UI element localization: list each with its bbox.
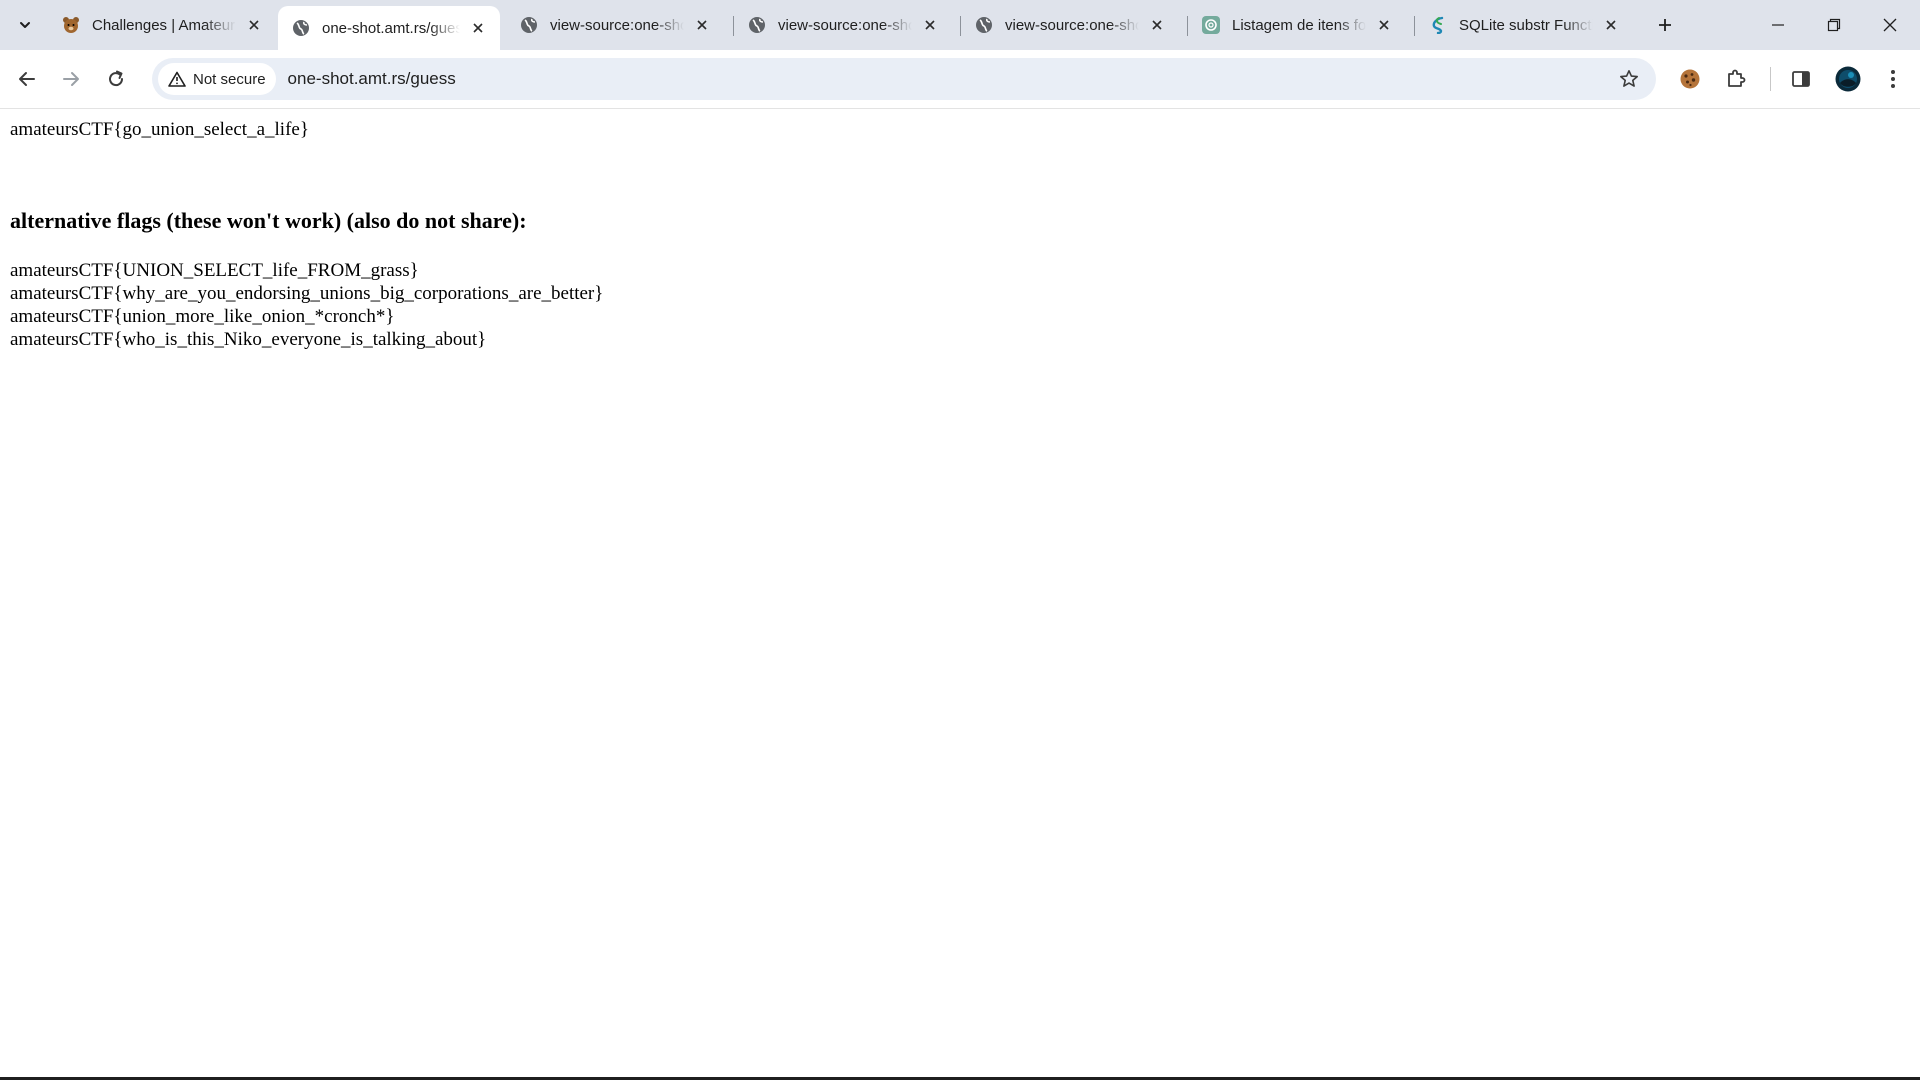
arrow-left-icon bbox=[19, 72, 35, 86]
globe-icon bbox=[975, 16, 993, 34]
sqlite-icon bbox=[1429, 16, 1447, 34]
back-button[interactable] bbox=[9, 61, 45, 97]
avatar bbox=[1835, 66, 1861, 92]
tab-title: view-source:one-shot.amt.rs bbox=[778, 16, 912, 34]
browser-toolbar: Not secure one-shot.amt.rs/guess bbox=[0, 50, 1920, 109]
tab-view-source-2[interactable]: view-source:one-shot.amt.rs bbox=[734, 6, 952, 44]
reload-button[interactable] bbox=[98, 61, 134, 97]
chatgpt-icon bbox=[1202, 16, 1220, 34]
bookmark-button[interactable] bbox=[1616, 66, 1642, 92]
star-icon bbox=[1620, 70, 1638, 87]
tab-title: Listagem de itens formatada bbox=[1232, 16, 1366, 34]
tab-title: Challenges | AmateursCTF bbox=[92, 16, 236, 34]
globe-icon bbox=[748, 16, 766, 34]
tab-view-source-3[interactable]: view-source:one-shot.amt.rs bbox=[961, 6, 1179, 44]
tab-title: view-source:one-shot.amt.rs bbox=[1005, 16, 1139, 34]
close-icon[interactable] bbox=[468, 18, 488, 38]
tab-title: one-shot.amt.rs/guess bbox=[322, 19, 460, 37]
tab-guess[interactable]: one-shot.amt.rs/guess bbox=[278, 6, 500, 50]
chevron-down-icon bbox=[20, 22, 30, 28]
page-content: amateursCTF{go_union_select_a_life} alte… bbox=[0, 109, 1920, 1077]
plus-icon bbox=[1659, 19, 1671, 31]
restore-button[interactable] bbox=[1806, 0, 1862, 50]
tab-sqlite[interactable]: SQLite substr Function bbox=[1415, 6, 1633, 44]
arrow-right-icon bbox=[63, 72, 79, 86]
tab-challenges[interactable]: Challenges | AmateursCTF bbox=[48, 6, 276, 44]
warning-icon bbox=[168, 71, 186, 87]
menu-button[interactable] bbox=[1876, 62, 1910, 96]
close-icon[interactable] bbox=[920, 15, 940, 35]
bear-icon bbox=[62, 16, 80, 34]
forward-button[interactable] bbox=[53, 61, 89, 97]
side-panel-icon bbox=[1792, 71, 1810, 87]
tab-search-button[interactable] bbox=[8, 9, 42, 41]
security-chip[interactable]: Not secure bbox=[158, 63, 276, 95]
close-icon bbox=[1883, 18, 1897, 32]
profile-button[interactable] bbox=[1831, 62, 1865, 96]
tab-strip: Challenges | AmateursCTF one-shot.amt.rs… bbox=[0, 0, 1920, 50]
puzzle-icon bbox=[1728, 69, 1746, 87]
security-chip-label: Not secure bbox=[193, 70, 266, 88]
side-panel-button[interactable] bbox=[1784, 62, 1818, 96]
extensions-button[interactable] bbox=[1719, 62, 1753, 96]
list-item: amateursCTF{UNION_SELECT_life_FROM_grass… bbox=[10, 260, 419, 281]
close-icon[interactable] bbox=[692, 15, 712, 35]
cookie-extension-button[interactable] bbox=[1673, 62, 1707, 96]
close-icon[interactable] bbox=[244, 15, 264, 35]
url-text[interactable]: one-shot.amt.rs/guess bbox=[288, 69, 456, 89]
cookie-icon bbox=[1680, 69, 1700, 89]
tab-title: view-source:one-shot.amt.rs bbox=[550, 16, 684, 34]
tab-listagem[interactable]: Listagem de itens formatada bbox=[1188, 6, 1406, 44]
globe-icon bbox=[292, 19, 310, 37]
address-bar[interactable]: Not secure one-shot.amt.rs/guess bbox=[152, 58, 1656, 100]
close-icon[interactable] bbox=[1601, 15, 1621, 35]
restore-icon bbox=[1827, 18, 1841, 32]
flag-text: amateursCTF{go_union_select_a_life} bbox=[10, 119, 309, 140]
reload-icon bbox=[109, 70, 124, 87]
new-tab-button[interactable] bbox=[1650, 10, 1680, 40]
close-icon[interactable] bbox=[1374, 15, 1394, 35]
globe-icon bbox=[520, 16, 538, 34]
toolbar-divider bbox=[1770, 67, 1771, 91]
list-item: amateursCTF{why_are_you_endorsing_unions… bbox=[10, 283, 604, 304]
kebab-menu-icon bbox=[1891, 70, 1895, 88]
alternative-flags-heading: alternative flags (these won't work) (al… bbox=[10, 208, 527, 233]
close-icon[interactable] bbox=[1147, 15, 1167, 35]
list-item: amateursCTF{who_is_this_Niko_everyone_is… bbox=[10, 329, 487, 350]
minimize-icon bbox=[1772, 24, 1784, 26]
alternative-flags-list: amateursCTF{UNION_SELECT_life_FROM_grass… bbox=[10, 259, 603, 351]
minimize-button[interactable] bbox=[1750, 0, 1806, 50]
close-window-button[interactable] bbox=[1862, 0, 1918, 50]
tab-view-source-1[interactable]: view-source:one-shot.amt.rs bbox=[506, 6, 724, 44]
tab-title: SQLite substr Function bbox=[1459, 16, 1593, 34]
list-item: amateursCTF{union_more_like_onion_*cronc… bbox=[10, 306, 395, 327]
